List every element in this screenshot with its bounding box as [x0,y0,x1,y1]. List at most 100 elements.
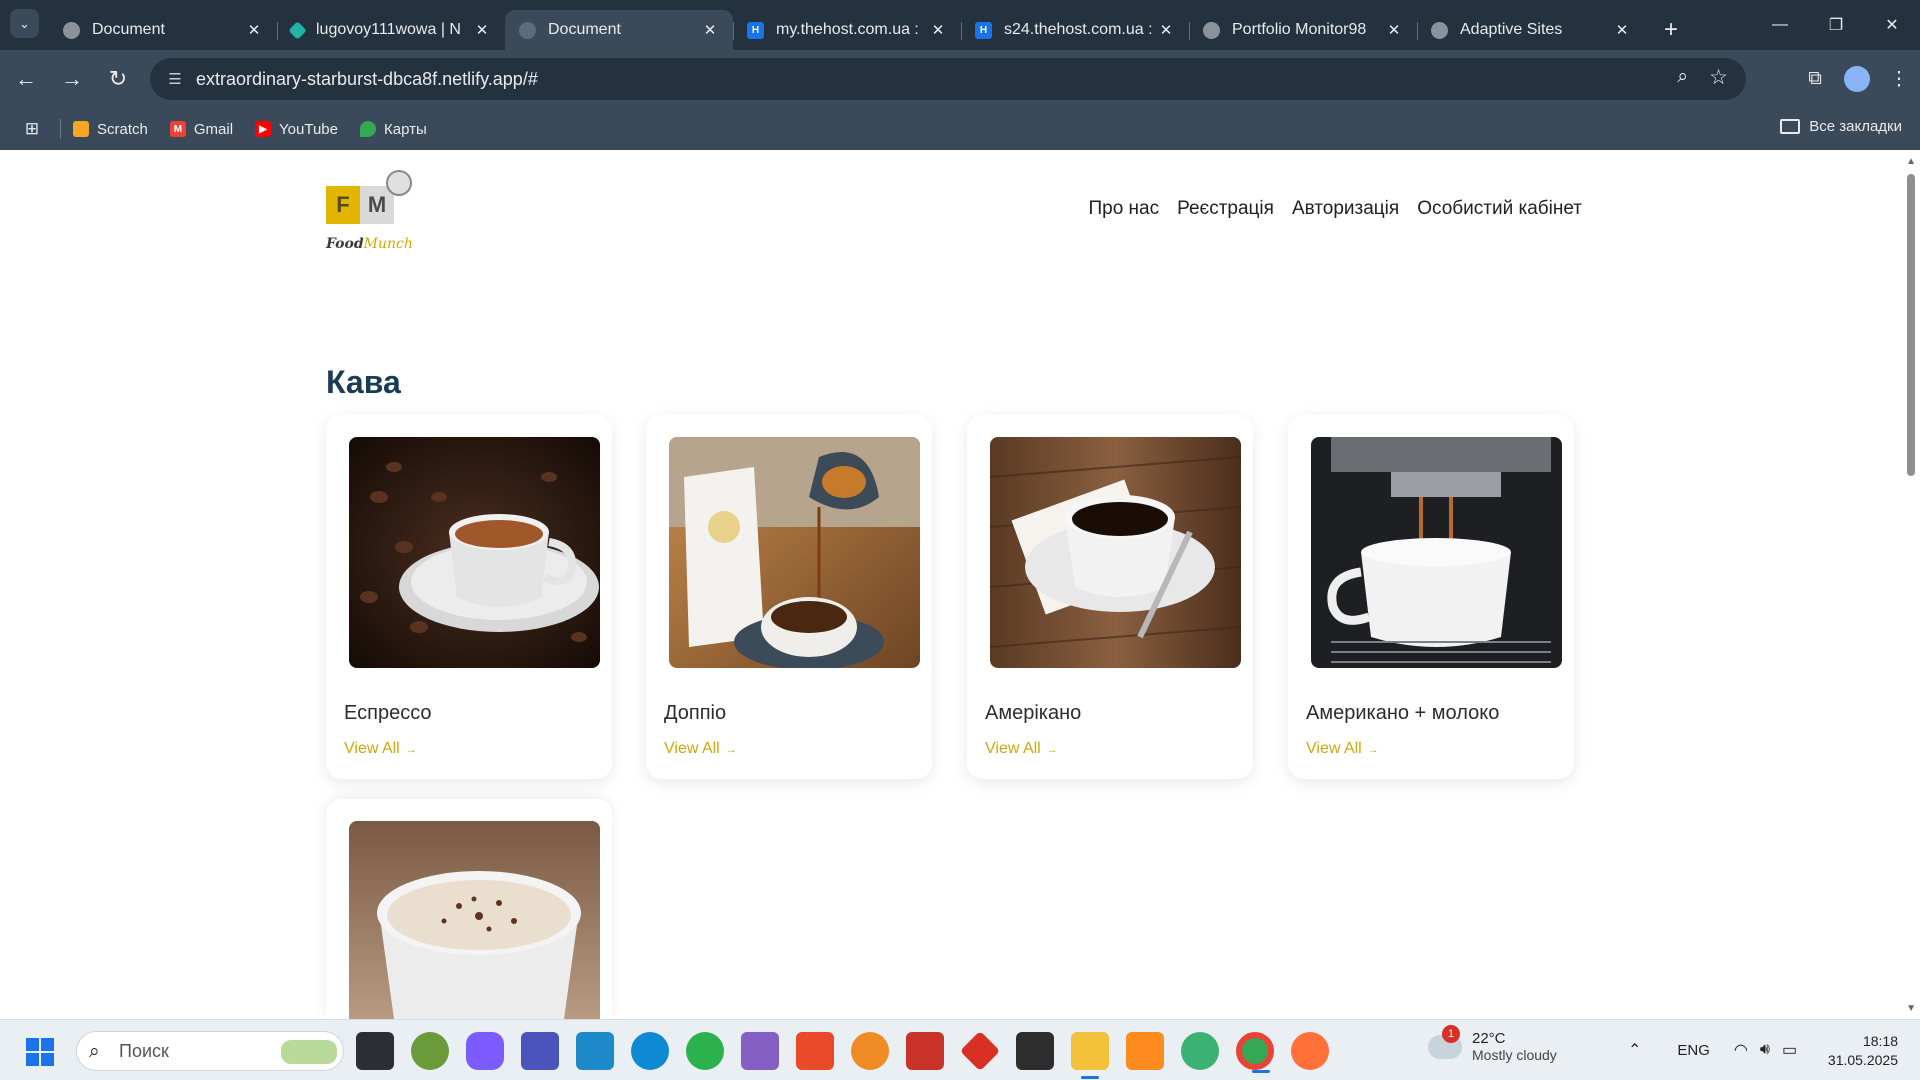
scroll-up-icon[interactable]: ▲ [1906,156,1916,167]
apps-button[interactable]: ⊞ [14,111,50,147]
address-bar[interactable]: ☰ extraordinary-starburst-dbca8f.netlify… [150,58,1746,100]
profile-avatar[interactable] [1844,66,1870,92]
view-all-link[interactable]: View All → [1306,740,1379,758]
nav-register[interactable]: Реєстрація [1177,198,1274,220]
browser-tab[interactable]: Adaptive Sites ✕ [1417,10,1645,50]
close-icon[interactable]: ✕ [245,21,263,39]
bookmark-maps[interactable]: Карты [359,121,427,138]
tab-title: Document [548,21,621,38]
product-card[interactable]: Еспрессо View All → [326,415,612,779]
browser-tab[interactable]: H my.thehost.com.ua : ✕ [733,10,961,50]
minimize-button[interactable]: — [1752,0,1808,50]
wifi-icon[interactable]: ◠ [1734,1040,1748,1060]
browser-tab[interactable]: lugovoy111wowa | N ✕ [277,10,505,50]
browser-tab[interactable]: H s24.thehost.com.ua : ✕ [961,10,1189,50]
url-text[interactable]: extraordinary-starburst-dbca8f.netlify.a… [196,69,538,90]
zoom-icon[interactable]: ⌕ [1677,66,1688,88]
browser-tab[interactable]: Document ✕ [49,10,277,50]
globe-icon [63,21,80,39]
scroll-thumb[interactable] [1907,174,1915,476]
tab-title: my.thehost.com.ua : [776,21,919,38]
close-icon[interactable]: ✕ [473,21,491,39]
bookmark-gmail[interactable]: M Gmail [169,121,233,138]
gems-icon[interactable] [1181,1032,1219,1070]
site-logo[interactable]: F M FoodMunch [326,170,416,260]
chrome-icon[interactable] [1236,1032,1274,1073]
forward-button[interactable]: → [52,59,92,99]
product-card[interactable]: Доппіо View All → [646,415,932,779]
close-icon[interactable]: ✕ [1385,21,1403,39]
tab-title: Document [92,21,165,38]
tab-search-button[interactable]: ⌄ [10,9,39,38]
close-icon[interactable]: ✕ [929,21,947,39]
view-all-label: View All [1306,740,1362,757]
view-all-link[interactable]: View All → [344,740,417,758]
cappuccino-image [349,821,600,1019]
browser-tab-active[interactable]: Document ✕ [505,10,733,50]
file-explorer-icon[interactable] [1071,1032,1109,1079]
chevron-up-icon[interactable]: ⌃ [1628,1040,1641,1060]
firefox-icon[interactable] [1291,1032,1329,1070]
close-window-button[interactable]: ✕ [1864,0,1920,50]
product-card[interactable] [326,799,612,1019]
edge-icon[interactable] [631,1032,669,1070]
clock[interactable]: 18:18 31.05.2025 [1828,1032,1898,1070]
widgets-icon[interactable] [411,1032,449,1070]
bookmark-scratch[interactable]: Scratch [73,121,148,138]
site-info-icon[interactable]: ☰ [164,68,186,90]
view-all-link[interactable]: View All → [985,740,1058,758]
globe-icon [1431,21,1448,39]
all-bookmarks-label: Все закладки [1809,118,1902,135]
terminal-icon[interactable] [1016,1032,1054,1070]
nav-about[interactable]: Про нас [1088,198,1159,220]
star-icon[interactable]: ☆ [1709,65,1728,90]
mining-app-icon[interactable] [906,1032,944,1070]
nav-login[interactable]: Авторизація [1292,198,1399,220]
chevron-down-icon: ⌄ [19,15,30,31]
tab-title: Portfolio Monitor98 [1232,21,1367,38]
nav-account[interactable]: Особистий кабінет [1417,198,1582,220]
start-button[interactable] [26,1038,54,1066]
reload-button[interactable]: ↻ [98,59,138,99]
bookmark-youtube[interactable]: ▶ YouTube [255,121,338,138]
doppio-image [669,437,920,668]
teams-icon[interactable] [521,1032,559,1070]
all-bookmarks[interactable]: Все закладки [1780,118,1902,135]
browser-tab[interactable]: Portfolio Monitor98 ✕ [1189,10,1417,50]
language-indicator[interactable]: ENG [1677,1042,1710,1059]
visual-studio-icon[interactable] [741,1032,779,1070]
new-tab-button[interactable]: + [1651,10,1691,50]
product-card[interactable]: Американо + молоко View All → [1288,415,1574,779]
battery-icon[interactable]: ▭ [1782,1040,1797,1060]
menu-button[interactable]: ⋮ [1878,59,1920,99]
copilot-icon[interactable] [466,1032,504,1070]
taskbar-apps [356,1030,1346,1079]
task-view-icon[interactable] [356,1032,394,1070]
browser-toolbar: ← → ↻ ☰ extraordinary-starburst-dbca8f.n… [0,50,1920,108]
scroll-down-icon[interactable]: ▼ [1906,1003,1916,1014]
close-icon[interactable]: ✕ [1613,21,1631,39]
card-title: Американо + молоко [1306,702,1500,724]
h-icon: H [747,21,764,39]
close-icon[interactable]: ✕ [1157,21,1175,39]
volume-icon[interactable]: 🔊︎ [1760,1041,1770,1059]
close-icon[interactable]: ✕ [701,21,719,39]
power-automate-icon[interactable] [576,1032,614,1070]
circle-app-icon[interactable] [686,1032,724,1070]
taskbar-search[interactable]: ⌕ Поиск [76,1031,344,1071]
restore-button[interactable]: ❐ [1808,0,1864,50]
product-card[interactable]: Амерікано View All → [967,415,1253,779]
window-controls: — ❐ ✕ [1752,0,1920,50]
espresso-image [349,437,600,668]
reload-icon: ↻ [108,66,128,91]
jupyter-icon[interactable] [851,1032,889,1070]
back-button[interactable]: ← [6,59,46,99]
bookmark-label: YouTube [279,120,338,138]
winrar-icon[interactable] [796,1032,834,1070]
git-icon[interactable] [959,1030,1001,1072]
view-all-link[interactable]: View All → [664,740,737,758]
notification-badge: 1 [1442,1024,1460,1043]
weather-widget[interactable]: 1 22°C Mostly cloudy [1428,1024,1557,1063]
extensions-button[interactable]: ⧉ [1794,59,1836,99]
sublime-text-icon[interactable] [1126,1032,1164,1070]
